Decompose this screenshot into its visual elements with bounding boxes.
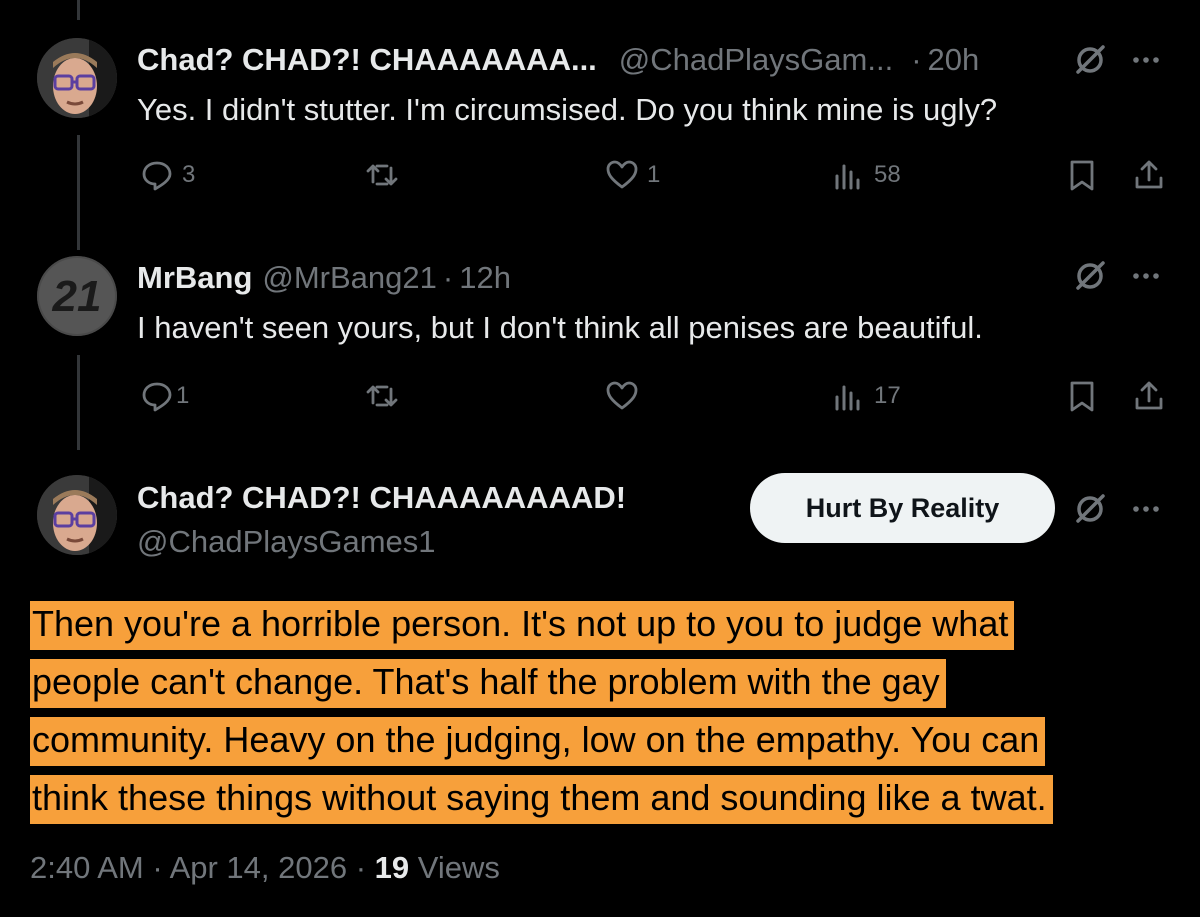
main-handle-row: @ChadPlaysGames1: [137, 524, 436, 560]
main-name-row: Chad? CHAD?! CHAAAAAAAAD!: [137, 480, 626, 516]
reply-button[interactable]: 3: [140, 158, 195, 192]
like-button[interactable]: 1: [605, 158, 660, 192]
like-count: 1: [647, 161, 661, 188]
heart-icon: [606, 381, 638, 410]
avatar[interactable]: [37, 475, 117, 555]
highlighted-line: Then you're a horrible person. It's not …: [30, 601, 1015, 650]
share-button[interactable]: [1132, 379, 1166, 413]
highlighted-line: think these things without saying them a…: [30, 775, 1053, 824]
display-name[interactable]: Chad? CHAD?! CHAAAAAAAAD!: [137, 480, 626, 516]
retweet-icon: [366, 164, 398, 186]
highlighted-line: people can't change. That's half the pro…: [30, 659, 946, 708]
like-button[interactable]: [605, 379, 639, 413]
tweet-timestamp[interactable]: 2:40 AM · Apr 14, 2026 ·: [30, 850, 375, 885]
thread-connector: [77, 0, 80, 20]
more-icon[interactable]: [1128, 42, 1164, 78]
separator-dot: ·: [911, 42, 922, 77]
avatar[interactable]: [37, 38, 117, 118]
user-handle[interactable]: @ChadPlaysGam...: [619, 42, 893, 78]
avatar-chad-image: [37, 475, 117, 555]
tweet-actions: 1 17: [137, 379, 1177, 423]
main-tweet-text: Then you're a horrible person. It's not …: [30, 595, 1170, 827]
display-name[interactable]: MrBang: [137, 260, 252, 296]
hurt-by-reality-button[interactable]: Hurt By Reality: [750, 473, 1055, 543]
grok-icon[interactable]: [1072, 42, 1108, 78]
views-icon: [835, 385, 860, 411]
views-count: 19: [374, 850, 410, 885]
highlighted-line: community. Heavy on the judging, low on …: [30, 717, 1046, 766]
thread-connector: [77, 355, 80, 450]
avatar-21-logo: 21: [37, 256, 117, 336]
reply-count: 3: [182, 161, 196, 188]
bookmark-icon: [1070, 381, 1094, 412]
tweet-actions: 3 1 58: [137, 158, 1177, 202]
thread-connector: [77, 135, 80, 250]
grok-icon[interactable]: [1072, 491, 1108, 527]
views-button[interactable]: 17: [832, 379, 901, 413]
separator-dot: ·: [442, 260, 454, 295]
reply-icon: [142, 382, 172, 412]
bookmark-button[interactable]: [1065, 379, 1099, 413]
reply-count: 1: [176, 382, 190, 409]
views-label: Views: [409, 850, 500, 885]
bookmark-icon: [1070, 160, 1094, 191]
user-handle[interactable]: @ChadPlaysGames1: [137, 524, 436, 560]
avatar-chad-image: [37, 38, 117, 118]
more-icon[interactable]: [1128, 491, 1164, 527]
retweet-button[interactable]: [365, 379, 399, 413]
user-handle[interactable]: @MrBang21: [262, 260, 437, 296]
display-name[interactable]: Chad? CHAD?! CHAAAAAAA...: [137, 42, 597, 78]
retweet-icon: [366, 385, 398, 407]
tweet-header: MrBang @MrBang21 · 12h: [137, 260, 511, 296]
view-count: 17: [874, 382, 901, 409]
views-button[interactable]: 58: [832, 158, 901, 192]
grok-icon[interactable]: [1072, 258, 1108, 294]
views-icon: [835, 164, 860, 190]
retweet-button[interactable]: [365, 158, 399, 192]
view-count: 58: [874, 161, 901, 188]
share-button[interactable]: [1132, 158, 1166, 192]
tweet-text: I haven't seen yours, but I don't think …: [137, 310, 983, 345]
share-icon: [1135, 381, 1163, 410]
svg-text:21: 21: [52, 272, 102, 321]
reply-button[interactable]: 1: [140, 379, 189, 413]
tweet-header: Chad? CHAD?! CHAAAAAAA... @ChadPlaysGam.…: [137, 42, 979, 78]
more-icon[interactable]: [1128, 258, 1164, 294]
heart-icon: [606, 160, 638, 189]
avatar[interactable]: 21: [37, 256, 117, 336]
tweet-text: Yes. I didn't stutter. I'm circumsised. …: [137, 92, 998, 127]
bookmark-button[interactable]: [1065, 158, 1099, 192]
tweet-meta: 2:40 AM · Apr 14, 2026 · 19 Views: [30, 850, 500, 886]
share-icon: [1135, 160, 1163, 189]
tweet-time[interactable]: 12h: [459, 260, 511, 296]
reply-icon: [142, 161, 172, 191]
tweet-time[interactable]: 20h: [928, 42, 980, 78]
